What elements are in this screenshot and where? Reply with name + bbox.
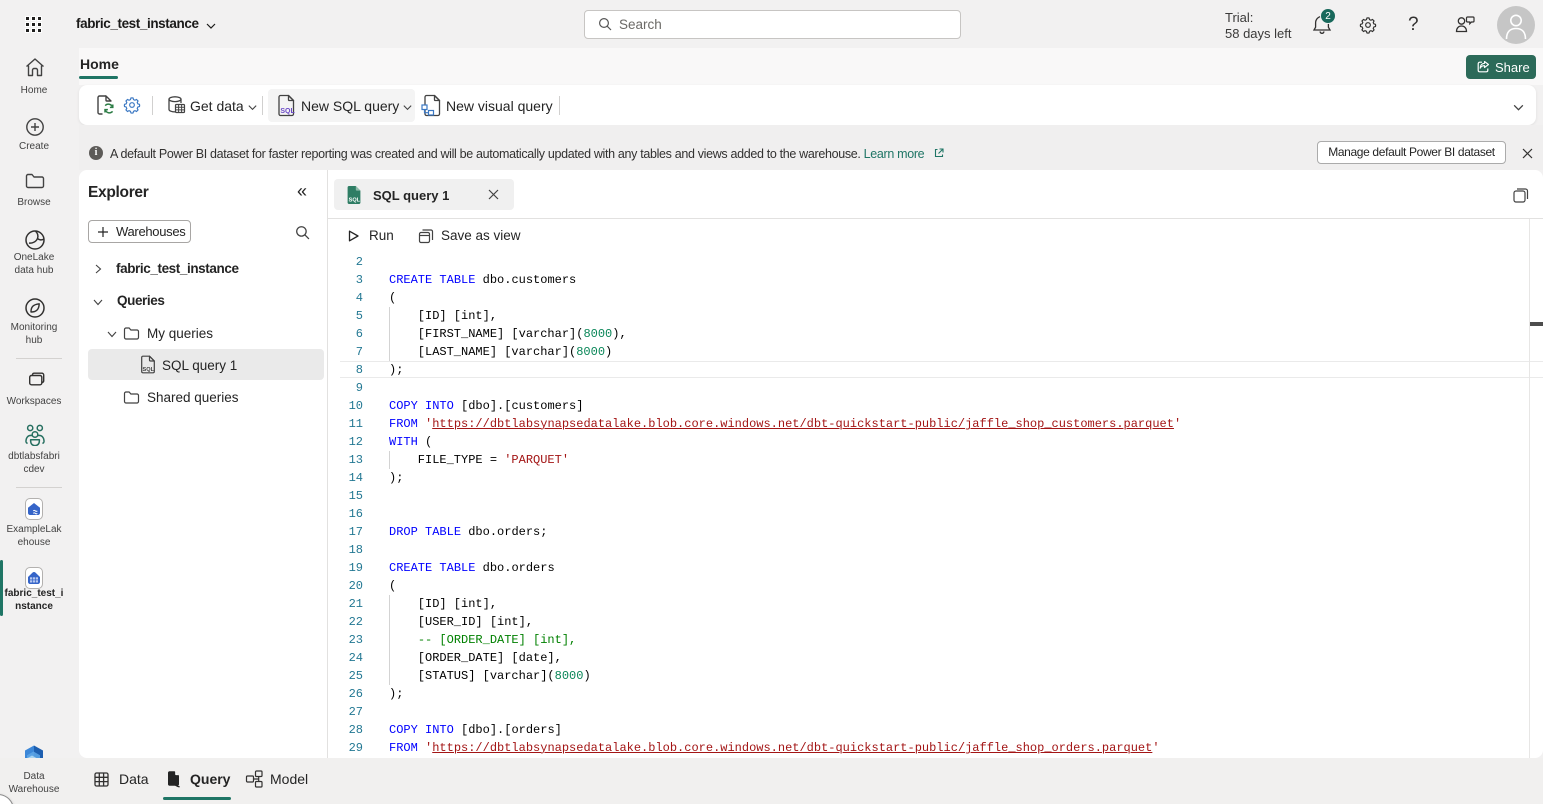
svg-text:SQL: SQL [143, 367, 155, 373]
svg-text:SQL: SQL [349, 197, 361, 203]
svg-text:SQL: SQL [280, 108, 295, 115]
